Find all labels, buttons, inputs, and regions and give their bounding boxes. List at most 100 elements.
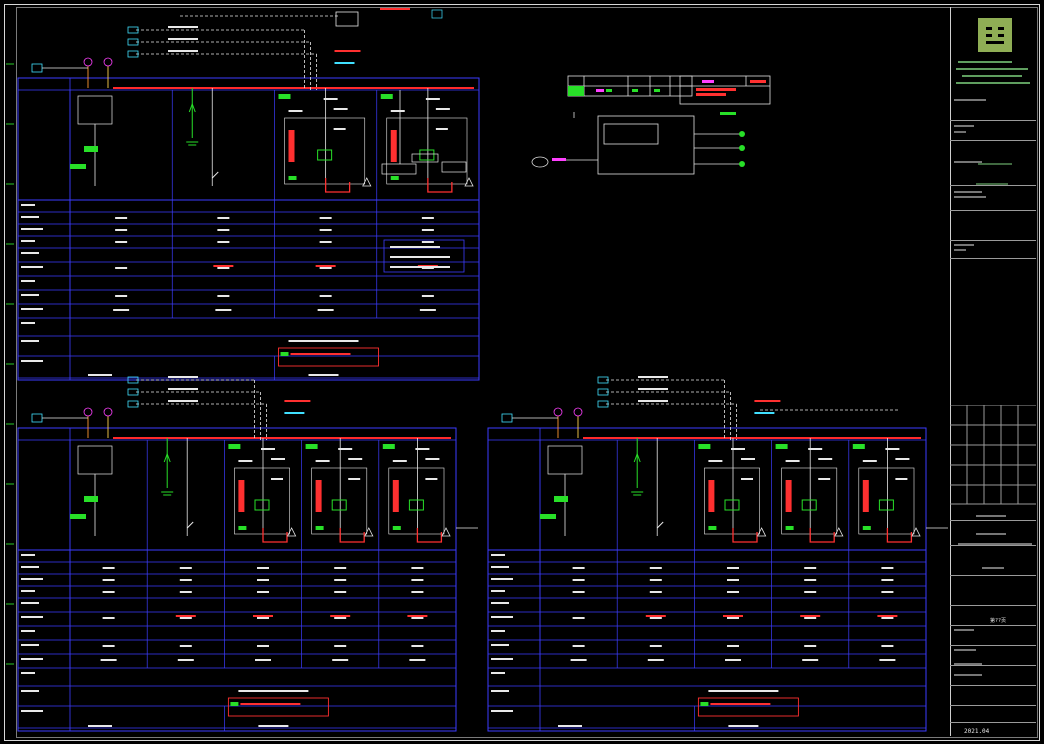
outgoing-cable xyxy=(324,178,351,193)
feeder-tag xyxy=(382,444,395,449)
feeder-label xyxy=(315,460,330,462)
cell-value xyxy=(115,217,128,219)
cell-value xyxy=(100,659,117,661)
footer-text xyxy=(88,374,112,376)
cell-value xyxy=(881,617,894,619)
cell-value xyxy=(179,617,192,619)
feeder-tag xyxy=(390,176,399,180)
row-label xyxy=(21,294,39,296)
cell-value xyxy=(804,645,817,647)
cell-value-highlight xyxy=(723,615,743,617)
footer-text xyxy=(258,725,289,727)
cell-value xyxy=(649,645,662,647)
row-label xyxy=(21,672,35,674)
cell-value xyxy=(727,579,739,581)
cell-value xyxy=(647,659,664,661)
cell-value xyxy=(411,645,424,647)
feeder-label xyxy=(435,128,448,130)
row-label xyxy=(491,690,509,692)
current-transformer xyxy=(390,130,397,162)
row-label xyxy=(21,644,39,646)
remarks-text xyxy=(240,703,301,705)
cell-value xyxy=(409,659,426,661)
cell-value xyxy=(257,567,269,569)
feeder-tag xyxy=(380,94,393,99)
feeder-label xyxy=(333,128,346,130)
row-label xyxy=(21,602,39,604)
cell-value xyxy=(334,645,347,647)
row-label xyxy=(21,266,43,268)
cell-value xyxy=(115,229,128,231)
cell-value xyxy=(649,617,662,619)
cell-value-highlight xyxy=(330,615,351,617)
row-label xyxy=(21,566,39,568)
feeder-tag xyxy=(238,526,247,530)
row-label xyxy=(21,690,39,692)
feeder-tag xyxy=(392,526,401,530)
remarks-tag xyxy=(280,352,289,356)
incoming-switch xyxy=(547,445,583,475)
cell-value xyxy=(115,241,128,243)
cell-value-highlight xyxy=(253,615,273,617)
relay-box xyxy=(317,149,333,161)
feeder-tag xyxy=(305,444,318,449)
control-transfer-box xyxy=(335,11,359,27)
incoming-tag xyxy=(70,164,86,169)
row-label xyxy=(21,554,35,556)
feeder-label xyxy=(348,478,361,480)
control-label xyxy=(638,400,668,402)
feeder-label xyxy=(741,478,753,480)
control-label xyxy=(168,400,198,402)
switchgear-panels xyxy=(17,8,948,732)
incoming-tag xyxy=(540,514,556,519)
cell-value xyxy=(804,617,817,619)
cell-value xyxy=(113,309,130,311)
current-transformer xyxy=(238,480,245,512)
outgoing-cable xyxy=(339,528,365,543)
outgoing-cable xyxy=(886,528,913,543)
cell-value xyxy=(649,591,662,593)
cable-head-icon xyxy=(286,527,297,537)
cell-value xyxy=(102,617,115,619)
feeder-label xyxy=(425,458,440,460)
row-label xyxy=(21,658,43,660)
incoming-tag xyxy=(84,496,98,502)
cell-value xyxy=(334,617,347,619)
cell-value-highlight xyxy=(800,615,821,617)
pt-arrow-icon xyxy=(211,171,219,179)
row-label xyxy=(491,590,505,592)
remarks-tag xyxy=(700,702,709,706)
cell-value-highlight xyxy=(407,615,428,617)
cell-value-highlight xyxy=(645,615,666,617)
remarks-text xyxy=(238,690,309,692)
cell-value xyxy=(257,617,269,619)
feeder-tag xyxy=(315,526,324,530)
relay-box xyxy=(801,499,817,511)
cell-value xyxy=(319,229,332,231)
cell-value xyxy=(102,567,115,569)
cell-value xyxy=(215,309,232,311)
feeder-label xyxy=(895,458,910,460)
cell-value xyxy=(334,567,347,569)
control-label xyxy=(754,412,775,414)
control-label xyxy=(168,26,198,28)
feeder-tag xyxy=(288,176,297,180)
cell-value xyxy=(802,659,819,661)
cell-value xyxy=(319,267,332,269)
row-label xyxy=(21,322,35,324)
row-label xyxy=(21,280,35,282)
feeder-tag xyxy=(862,526,871,530)
feeder-label xyxy=(895,478,908,480)
cell-value xyxy=(102,645,115,647)
current-transformer xyxy=(708,480,715,512)
control-unit xyxy=(441,161,467,173)
cell-value xyxy=(572,579,585,581)
incoming-tag xyxy=(84,146,98,152)
incoming-tag xyxy=(70,514,86,519)
cell-value xyxy=(102,591,115,593)
control-label xyxy=(334,62,355,64)
row-label xyxy=(21,710,43,712)
cell-value xyxy=(411,617,424,619)
feeder-label xyxy=(818,458,833,460)
remarks-tag xyxy=(230,702,239,706)
